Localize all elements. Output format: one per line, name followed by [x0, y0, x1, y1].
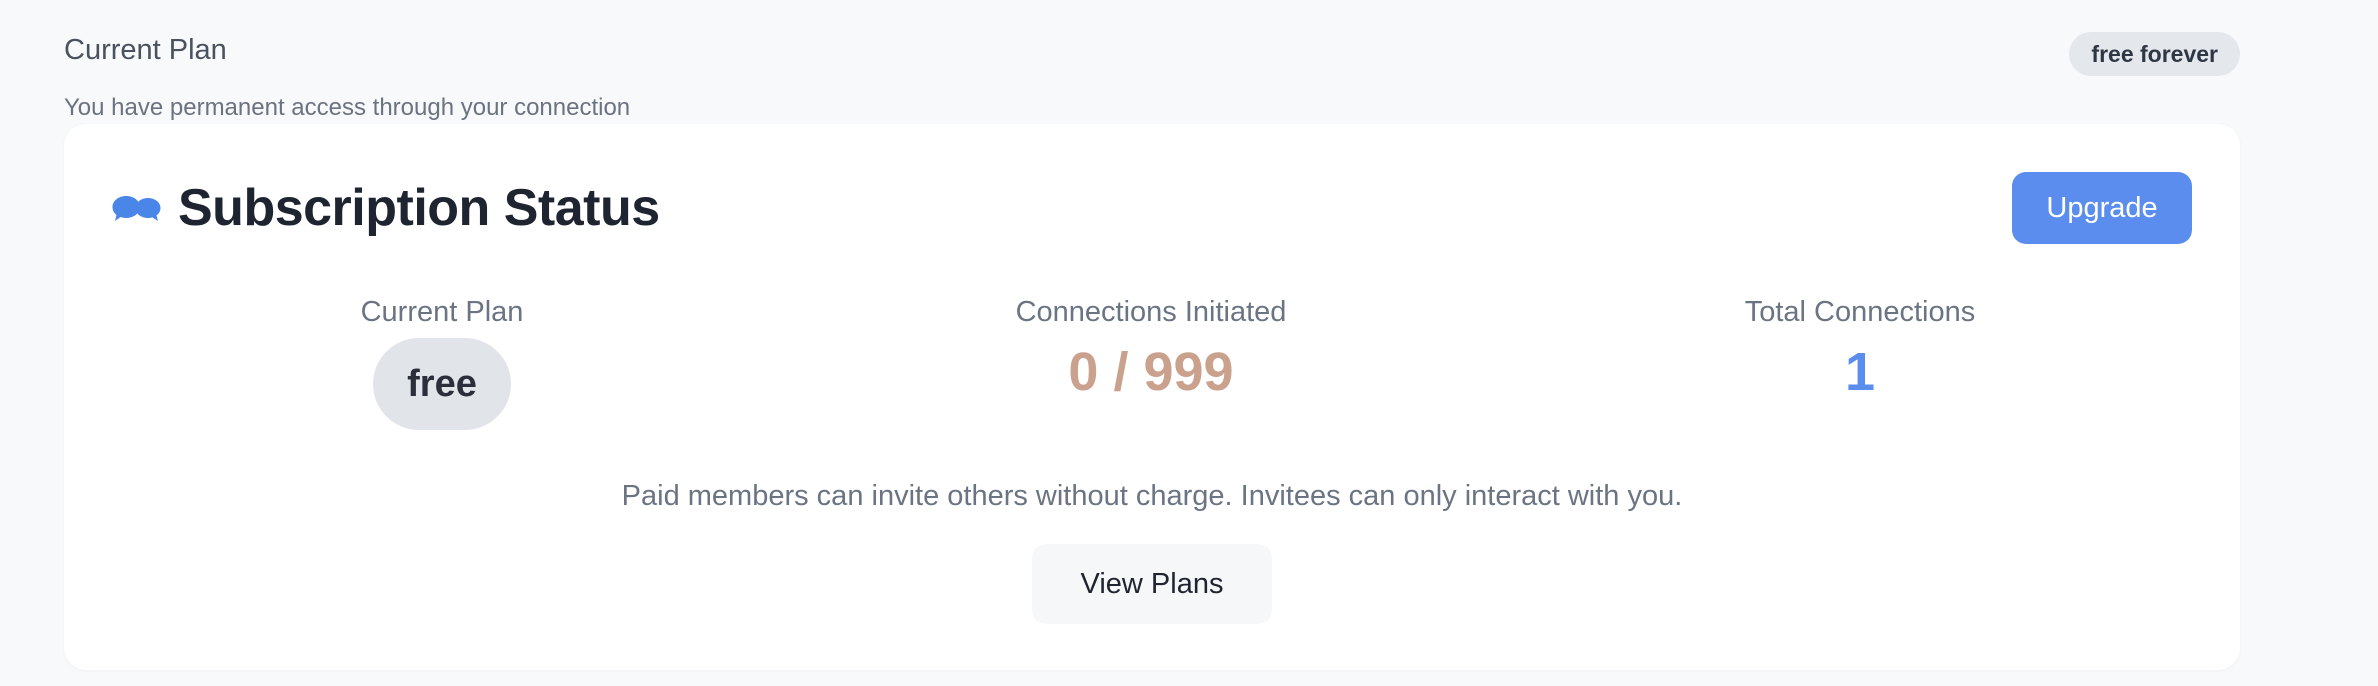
plan-pill: free — [373, 338, 511, 430]
card-title: Subscription Status — [178, 179, 660, 237]
paid-members-note: Paid members can invite others without c… — [621, 480, 1683, 512]
stat-value-connections-initiated: 0 / 999 — [1068, 342, 1234, 402]
subscription-status-card: Subscription Status Upgrade Current Plan… — [64, 124, 2240, 670]
stat-label-total-connections: Total Connections — [1744, 296, 1976, 328]
stat-current-plan: Current Plan free — [212, 294, 672, 430]
card-header: Subscription Status — [112, 172, 660, 244]
stat-value-total-connections: 1 — [1844, 342, 1876, 402]
plan-header: Current Plan free forever — [64, 30, 2240, 92]
stat-label-connections-initiated: Connections Initiated — [1015, 296, 1287, 328]
upgrade-button[interactable]: Upgrade — [2012, 172, 2192, 244]
plan-section-title: Current Plan — [64, 34, 227, 66]
plan-badge: free forever — [2069, 32, 2240, 76]
plan-subtitle: You have permanent access through your c… — [64, 94, 631, 121]
view-plans-button[interactable]: View Plans — [1032, 544, 1272, 624]
stat-connections-initiated: Connections Initiated 0 / 999 — [921, 294, 1381, 402]
stat-total-connections: Total Connections 1 — [1630, 294, 2090, 402]
chat-bubbles-icon — [112, 196, 161, 221]
stat-label-current-plan: Current Plan — [360, 296, 524, 328]
